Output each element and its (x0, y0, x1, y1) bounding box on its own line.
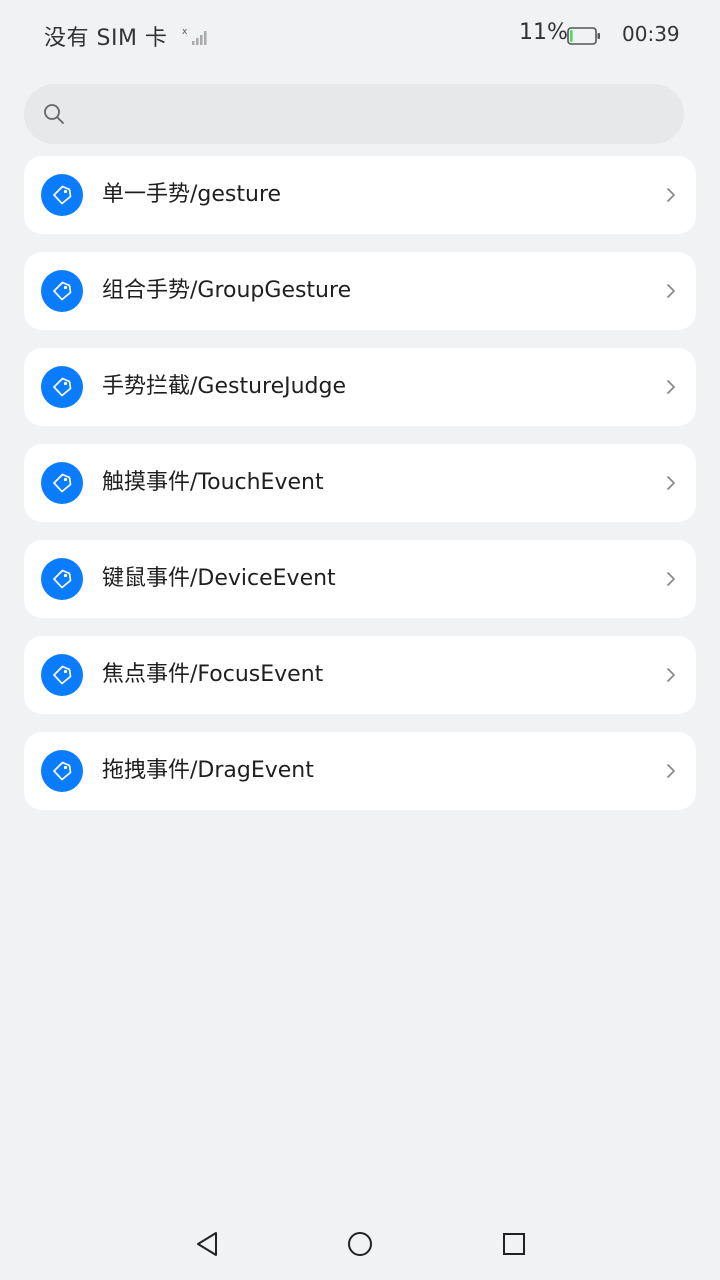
tag-icon (41, 750, 83, 792)
home-icon[interactable] (347, 1231, 373, 1257)
status-bar: 没有 SIM 卡 x 11% 00:39 (0, 0, 720, 70)
search-bar[interactable] (24, 84, 684, 144)
list-item-label: 键鼠事件/DeviceEvent (102, 566, 336, 591)
search-icon (44, 104, 64, 124)
recent-apps-icon[interactable] (502, 1232, 526, 1256)
list-item[interactable]: 键鼠事件/DeviceEvent (24, 540, 696, 618)
battery-percent: 11% (519, 20, 568, 45)
list-item-label: 拖拽事件/DragEvent (102, 758, 314, 783)
tag-icon (41, 462, 83, 504)
list-item-label: 触摸事件/TouchEvent (102, 470, 324, 495)
menu-list: 单一手势/gesture 组合手势/GroupGesture 手势拦截/Gestur… (24, 156, 696, 828)
tag-icon (41, 654, 83, 696)
list-item[interactable]: 组合手势/GroupGesture (24, 252, 696, 330)
list-item[interactable]: 触摸事件/TouchEvent (24, 444, 696, 522)
carrier-label: 没有 SIM 卡 (44, 26, 168, 51)
chevron-right-icon (667, 380, 675, 394)
list-item[interactable]: 拖拽事件/DragEvent (24, 732, 696, 810)
search-input[interactable] (80, 84, 660, 144)
tag-icon (41, 174, 83, 216)
tag-icon (41, 270, 83, 312)
chevron-right-icon (667, 572, 675, 586)
list-item-label: 手势拦截/GestureJudge (102, 374, 347, 399)
svg-text:x: x (182, 27, 188, 37)
chevron-right-icon (667, 284, 675, 298)
back-icon[interactable] (194, 1230, 220, 1258)
chevron-right-icon (667, 476, 675, 490)
list-item[interactable]: 单一手势/gesture (24, 156, 696, 234)
list-item[interactable]: 手势拦截/GestureJudge (24, 348, 696, 426)
chevron-right-icon (667, 668, 675, 682)
list-item-label: 组合手势/GroupGesture (102, 278, 352, 303)
list-item[interactable]: 焦点事件/FocusEvent (24, 636, 696, 714)
list-item-label: 单一手势/gesture (102, 182, 282, 207)
clock: 00:39 (622, 22, 680, 46)
list-item-label: 焦点事件/FocusEvent (102, 662, 324, 687)
chevron-right-icon (667, 188, 675, 202)
tag-icon (41, 366, 83, 408)
navigation-bar (0, 1210, 720, 1280)
tag-icon (41, 558, 83, 600)
signal-icon: x (182, 27, 207, 45)
chevron-right-icon (667, 764, 675, 778)
battery-icon (567, 27, 600, 45)
